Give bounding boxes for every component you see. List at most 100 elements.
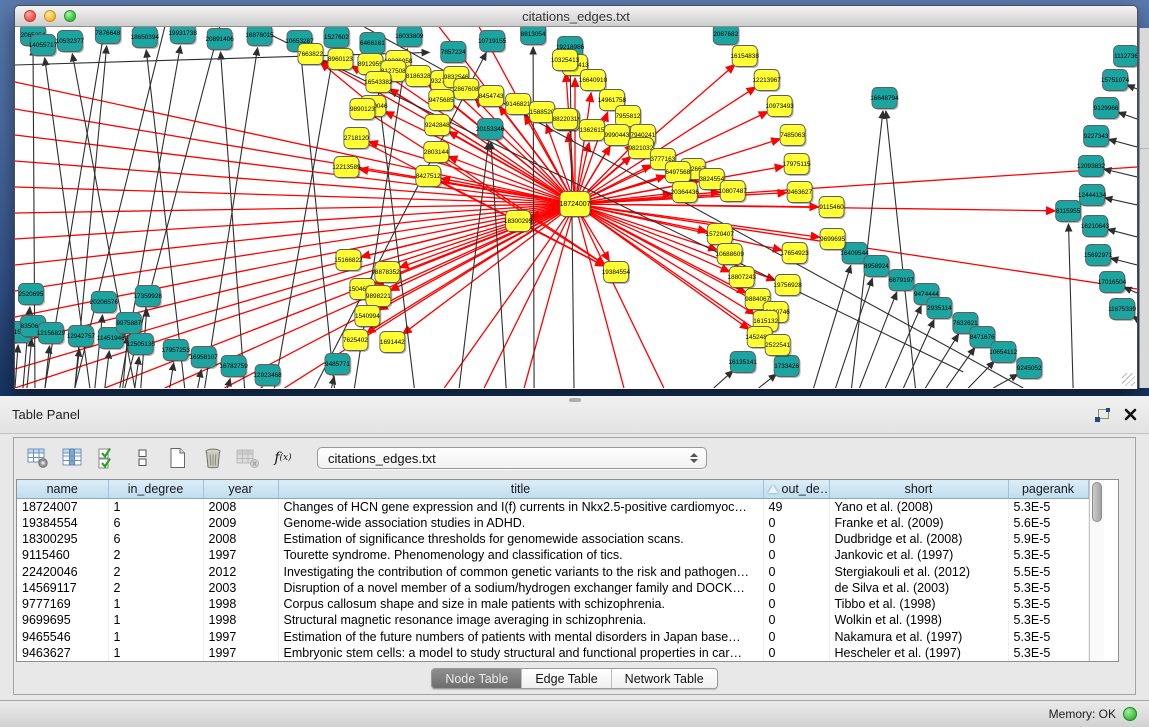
table-cell[interactable]: 5.3E-5 [1008,645,1088,661]
table-cell[interactable]: Dudbridge et al. (2008) [829,531,1008,547]
column-header-title[interactable]: title [278,480,763,498]
graph-node-15166822[interactable]: 15166822 [334,250,363,273]
graph-node-1112736[interactable]: 1112736 [1114,46,1137,69]
delete-column-icon[interactable] [201,446,225,470]
graph-node-9129966[interactable]: 9129966 [1094,98,1120,121]
table-cell[interactable]: 5.6E-5 [1008,515,1088,531]
column-header-short[interactable]: short [829,480,1008,498]
table-cell[interactable]: 18724007 [17,498,108,515]
graph-node-7625402[interactable]: 7625402 [343,330,369,353]
graph-node-17359928[interactable]: 17359928 [134,286,163,309]
graph-node-9699695[interactable]: 9699695 [820,229,846,252]
graph-node-17654923[interactable]: 17654923 [780,243,809,266]
graph-node-12444134[interactable]: 12444134 [1078,185,1107,208]
graph-node-7876648[interactable]: 7876648 [95,27,121,45]
graph-node-9115460[interactable]: 9115460 [819,197,845,220]
graph-node-8878352[interactable]: 8878352 [375,262,401,285]
table-cell[interactable]: 1 [108,612,203,628]
graph-node-10532377[interactable]: 10532377 [56,31,85,54]
table-cell[interactable]: 5.5E-5 [1008,563,1088,579]
graph-node-10719155[interactable]: 10719155 [478,31,507,54]
delete-table-icon[interactable] [236,446,260,470]
table-cell[interactable]: Yano et al. (2008) [829,498,1008,515]
graph-node-16154838[interactable]: 16154838 [731,46,760,69]
graph-node-10807487[interactable]: 10807487 [719,181,748,204]
table-cell[interactable]: 5.9E-5 [1008,531,1088,547]
table-cell[interactable]: Wolkin et al. (1998) [829,612,1008,628]
column-header-in-degree[interactable]: in_degree [108,480,203,498]
graph-node-9485771[interactable]: 9485771 [325,354,351,377]
graph-node-6497568[interactable]: 6497568 [665,162,691,185]
table-cell[interactable]: 9463627 [17,645,108,661]
table-scrollbar[interactable] [1089,480,1104,661]
table-cell[interactable]: Nakamura et al. (1997) [829,628,1008,644]
table-cell[interactable]: Genome-wide association studies in ADHD. [278,515,763,531]
table-cell[interactable]: 9699695 [17,612,108,628]
memory-status-indicator[interactable] [1123,707,1137,721]
graph-node-9242848[interactable]: 9242848 [425,115,451,138]
graph-node-10973493[interactable]: 10973493 [765,96,794,119]
table-cell[interactable]: 0 [763,612,829,628]
graph-node-9463627[interactable]: 9463627 [787,182,813,205]
table-cell[interactable]: 18300295 [17,531,108,547]
close-window-button[interactable] [24,10,36,22]
graph-node-15692971[interactable]: 15692971 [1084,245,1113,268]
graph-node-19384554[interactable]: 19384554 [602,262,631,285]
row-height-icon[interactable] [131,446,155,470]
table-row[interactable]: 969969511998Structural magnetic resonanc… [17,612,1088,628]
table-row[interactable]: 1938455462009Genome-wide association stu… [17,515,1088,531]
table-cell[interactable]: 2009 [203,515,278,531]
table-cell[interactable]: 6 [108,531,203,547]
graph-node-15751074[interactable]: 15751074 [1101,70,1130,93]
graph-node-8960123[interactable]: 8960123 [328,49,354,72]
graph-node-12213967[interactable]: 12213967 [752,70,781,93]
graph-node-8427512[interactable]: 8427512 [416,166,442,189]
table-cell[interactable]: Tibbo et al. (1998) [829,596,1008,612]
graph-node-16648794[interactable]: 16648794 [870,88,899,111]
table-cell[interactable]: 2 [108,563,203,579]
graph-node-16640910[interactable]: 16640910 [579,70,608,93]
table-cell[interactable]: 0 [763,628,829,644]
graph-node-1540994[interactable]: 1540994 [355,306,381,329]
graph-node-16033809[interactable]: 16033809 [395,27,424,48]
table-cell[interactable]: 19384554 [17,515,108,531]
graph-node-2520695[interactable]: 2520695 [18,284,44,307]
graph-node-20206576[interactable]: 20206576 [90,292,119,315]
table-cell[interactable]: Corpus callosum shape and size in male p… [278,596,763,612]
graph-node-2522541[interactable]: 2522541 [765,335,791,358]
table-cell[interactable]: Changes of HCN gene expression and I(f) … [278,498,763,515]
graph-node-2867608[interactable]: 2867608 [454,79,480,102]
graph-node-9890123[interactable]: 9890123 [350,99,376,122]
table-cell[interactable]: Estimation of the future numbers of pati… [278,628,763,644]
graph-node-2087682[interactable]: 2087682 [713,27,739,46]
table-cell[interactable]: 9465546 [17,628,108,644]
tab-edge-table[interactable]: Edge Table [522,669,611,688]
graph-node-15720407[interactable]: 15720407 [706,224,735,247]
graph-node-18300295[interactable]: 18300295 [504,211,533,234]
graph-node-18650394[interactable]: 18650394 [131,27,160,49]
graph-node-9898221[interactable]: 9898221 [366,286,392,309]
table-cell[interactable]: 1998 [203,596,278,612]
graph-node-10688609[interactable]: 10688609 [716,244,745,267]
table-cell[interactable]: 5.3E-5 [1008,580,1088,596]
table-cell[interactable]: 0 [763,596,829,612]
table-cell[interactable]: 0 [763,563,829,579]
graph-node-12505135[interactable]: 12505135 [127,334,156,357]
function-builder-icon[interactable]: f(x) [271,446,295,470]
graph-node-8186328[interactable]: 8186328 [406,66,432,89]
table-cell[interactable]: Embryonic stem cells: a model to study s… [278,645,763,661]
graph-node-17975115[interactable]: 17975115 [783,154,811,177]
citation-network-graph[interactable]: 2065054105323777876648140557171865039419… [15,27,1137,388]
table-cell[interactable]: de Silva et al. (2003) [829,580,1008,596]
graph-node-17016504[interactable]: 17016504 [1098,272,1127,295]
table-cell[interactable]: 5.3E-5 [1008,547,1088,563]
table-row[interactable]: 977716911998Corpus callosum shape and si… [17,596,1088,612]
table-cell[interactable]: 2 [108,547,203,563]
table-cell[interactable]: 2008 [203,531,278,547]
graph-node-16876015[interactable]: 16876015 [245,27,274,47]
select-mode-icon[interactable] [96,446,120,470]
create-column-icon[interactable] [166,446,190,470]
table-options-icon[interactable] [26,446,50,470]
table-cell[interactable]: Structural magnetic resonance image aver… [278,612,763,628]
table-cell[interactable]: 1997 [203,628,278,644]
